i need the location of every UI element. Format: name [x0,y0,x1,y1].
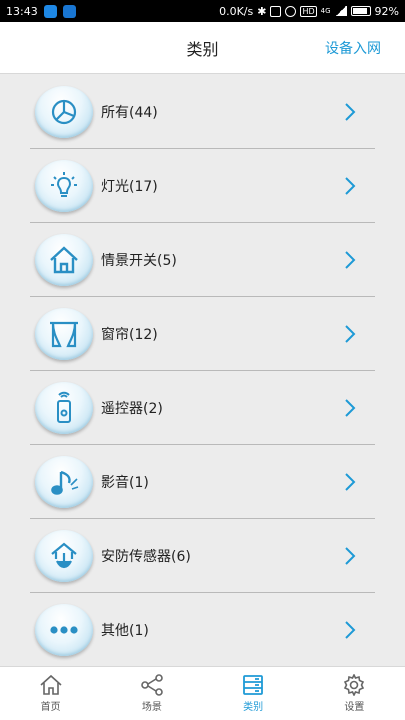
chevron-right-icon [345,620,356,639]
hd-icon: HD [300,5,317,17]
category-item-lights[interactable]: 灯光(17) [30,149,375,223]
tab-scenes[interactable]: 场景 [101,667,202,720]
category-item-remote[interactable]: 遥控器(2) [30,371,375,445]
alarm-icon [285,5,297,17]
category-label: 安防传感器(6) [101,548,191,565]
bottom-tab-bar: 首页 场景 类别 设置 [0,666,405,720]
chevron-right-icon [345,398,356,417]
chevron-right-icon [345,250,356,269]
category-item-other[interactable]: 其他(1) [30,593,375,667]
battery-level: 92% [374,4,399,18]
category-item-curtains[interactable]: 窗帘(12) [30,297,375,371]
category-label: 影音(1) [101,474,149,491]
category-label: 情景开关(5) [101,252,177,269]
status-time: 13:43 [6,4,38,18]
network-type: 4G [320,7,331,15]
house-icon [35,233,93,286]
signal-icon [334,6,347,16]
notification-app-icon-2 [62,4,76,18]
category-label: 窗帘(12) [101,326,158,343]
category-item-scene-switch[interactable]: 情景开关(5) [30,223,375,297]
tab-label: 场景 [141,702,162,713]
vibrate-icon [270,5,282,17]
category-item-media[interactable]: 影音(1) [30,445,375,519]
share-icon [141,674,163,696]
security-house-icon [35,529,93,582]
category-list-icon [243,675,264,695]
chevron-right-icon [345,102,356,121]
light-bulb-icon [35,159,93,212]
pie-chart-icon [35,85,93,138]
remote-control-icon [35,381,93,434]
chevron-right-icon [345,546,356,565]
music-note-icon [35,455,93,508]
status-bar: 13:43 0.0K/s ✱ HD 4G 92% [0,0,405,22]
category-list: 所有(44) 灯光(17) 情景开关(5) 窗帘(12) 遥控器(2) 影音(1… [30,75,375,667]
status-net-speed: 0.0K/s [219,4,254,18]
category-label: 遥控器(2) [101,400,163,417]
category-label: 所有(44) [101,104,158,121]
bluetooth-icon: ✱ [257,4,267,18]
tab-categories[interactable]: 类别 [203,667,304,720]
tab-label: 类别 [243,702,264,713]
device-pairing-button[interactable]: 设备入网 [325,38,381,58]
category-label: 灯光(17) [101,178,158,195]
more-dots-icon [35,603,93,656]
page-title: 类别 [186,39,219,59]
notification-app-icon [43,4,57,18]
chevron-right-icon [345,176,356,195]
chevron-right-icon [345,324,356,343]
category-item-all[interactable]: 所有(44) [30,75,375,149]
curtain-icon [35,307,93,360]
tab-label: 设置 [344,702,365,713]
battery-icon [350,6,371,16]
gear-icon [344,674,365,696]
chevron-right-icon [345,472,356,491]
tab-settings[interactable]: 设置 [304,667,405,720]
tab-home[interactable]: 首页 [0,667,101,720]
tab-label: 首页 [40,702,61,713]
category-label: 其他(1) [101,622,149,639]
top-header: 类别 设备入网 [0,22,405,74]
category-item-security-sensors[interactable]: 安防传感器(6) [30,519,375,593]
home-icon [40,674,62,695]
